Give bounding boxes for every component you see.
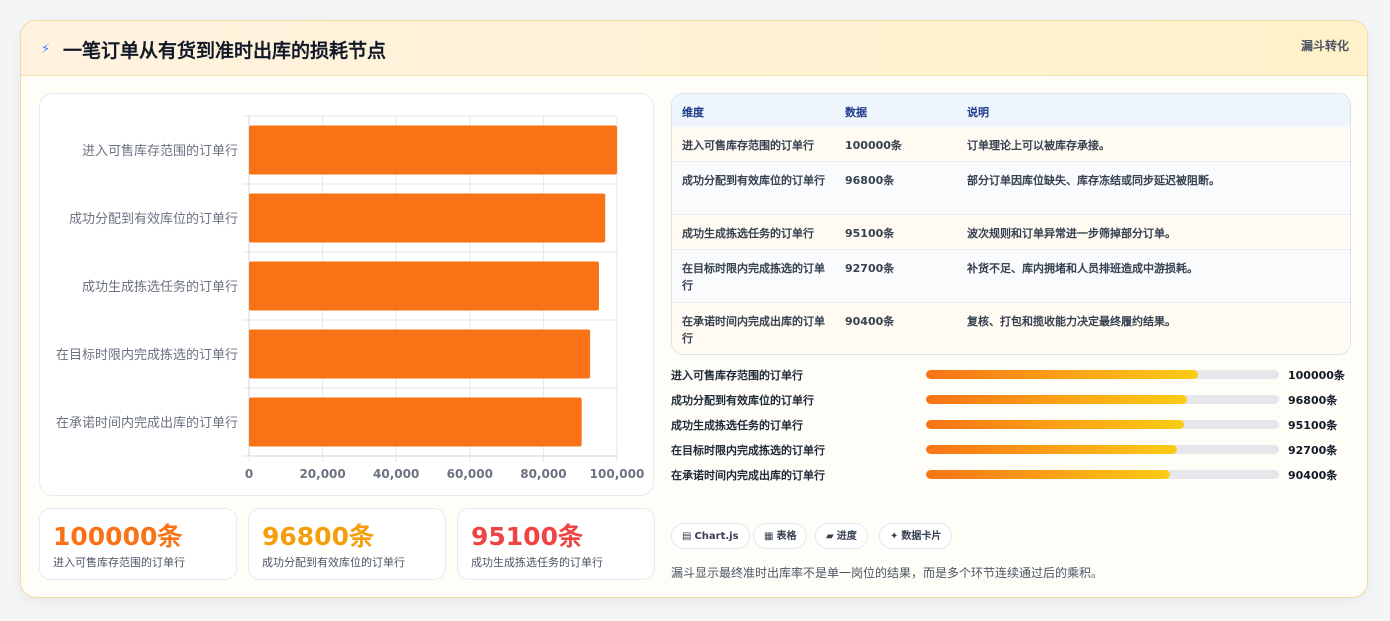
bar-chart: 0 20,000 40,000 60,000 80,000 100,000 进入可售库存范围… [39, 93, 654, 496]
progress-value: 90400条 [1288, 469, 1338, 482]
progress-label: 在承诺时间内完成出库的订单行 [671, 469, 825, 482]
stat-card-2: 96800条 成功分配到有效库位的订单行 [248, 508, 446, 580]
progress-value: 96800条 [1288, 394, 1338, 407]
column-header-dimension: 维度 [682, 106, 704, 119]
bar-chart-svg: 0 20,000 40,000 60,000 80,000 100,000 进入可售库存范围… [56, 115, 645, 481]
progress-row: 在承诺时间内完成出库的订单行 90400条 [671, 466, 1361, 484]
x-tick-label: 0 [245, 467, 253, 481]
cell-dimension: 成功分配到有效库位的订单行 [682, 174, 825, 187]
funnel-card: ⚡ 一笔订单从有货到准时出库的损耗节点 漏斗转化 0 20,000 40,000 60… [20, 20, 1368, 598]
bar [249, 193, 606, 243]
stat-card-3: 95100条 成功生成拣选任务的订单行 [457, 508, 655, 580]
progress-label: 在目标时限内完成拣选的订单行 [671, 444, 825, 457]
progress-label: 成功生成拣选任务的订单行 [671, 419, 803, 432]
cell-dimension: 成功生成拣选任务的订单行 [682, 227, 814, 240]
table-header: 维度 数据 说明 [672, 94, 1350, 128]
x-tick-label: 20,000 [299, 467, 345, 481]
progress-fill [926, 370, 1198, 379]
summary-note: 漏斗显示最终准时出库率不是单一岗位的结果，而是多个环节连续通过后的乘积。 [671, 566, 1104, 580]
progress-track [926, 470, 1279, 479]
chip-table[interactable]: ▦ 表格 [753, 523, 808, 549]
cell-data: 95100条 [845, 227, 895, 240]
cell-data: 100000条 [845, 139, 902, 152]
x-tick-label: 80,000 [520, 467, 566, 481]
progress-label: 进入可售库存范围的订单行 [671, 369, 803, 382]
progress-value: 95100条 [1288, 419, 1338, 432]
y-tick-label: 成功分配到有效库位的订单行 [69, 211, 238, 227]
card-header: ⚡ 一笔订单从有货到准时出库的损耗节点 漏斗转化 [21, 21, 1367, 76]
table-row: 成功分配到有效库位的订单行 96800条 部分订单因库位缺失、库存冻结或同步延迟… [672, 162, 1350, 215]
cell-description: 复核、打包和揽收能力决定最终履约结果。 [967, 315, 1176, 328]
stat-value: 95100条 [471, 522, 583, 551]
progress-row: 成功生成拣选任务的订单行 95100条 [671, 416, 1361, 434]
table-row: 在目标时限内完成拣选的订单行 92700条 补货不足、库内拥堵和人员排班造成中游… [672, 250, 1350, 303]
cell-dimension: 进入可售库存范围的订单行 [682, 139, 814, 152]
stat-label: 成功生成拣选任务的订单行 [471, 556, 603, 569]
bar [249, 125, 617, 175]
cell-data: 92700条 [845, 262, 895, 275]
column-header-data: 数据 [845, 106, 867, 119]
progress-row: 在目标时限内完成拣选的订单行 92700条 [671, 441, 1361, 459]
x-tick-label: 40,000 [373, 467, 419, 481]
lightning-icon: ⚡ [41, 42, 51, 57]
x-tick-label: 100,000 [590, 467, 645, 481]
bar [249, 329, 591, 379]
cell-description: 波次规则和订单异常进一步筛掉部分订单。 [967, 227, 1176, 240]
chart-type-tag: 漏斗转化 [1300, 39, 1349, 53]
progress-fill [926, 395, 1188, 404]
bar [249, 397, 582, 447]
cell-description: 部分订单因库位缺失、库存冻结或同步延迟被阻断。 [967, 174, 1220, 187]
progress-value: 92700条 [1288, 444, 1338, 457]
chart-icon: ▤ [682, 531, 692, 542]
column-header-description: 说明 [967, 106, 989, 119]
chip-progress[interactable]: ▰ 进度 [815, 523, 868, 549]
card-icon: ✦ [890, 531, 899, 542]
progress-label: 成功分配到有效库位的订单行 [671, 394, 814, 407]
cell-description: 订单理论上可以被库存承接。 [967, 139, 1110, 152]
progress-icon: ▰ [826, 531, 834, 542]
stat-label: 进入可售库存范围的订单行 [53, 556, 185, 569]
chip-label: Chart.js [694, 531, 739, 542]
progress-track [926, 445, 1279, 454]
stat-card-1: 100000条 进入可售库存范围的订单行 [39, 508, 237, 580]
y-tick-label: 在目标时限内完成拣选的订单行 [56, 347, 238, 363]
progress-track [926, 420, 1279, 429]
data-table: 维度 数据 说明 进入可售库存范围的订单行 100000条 订单理论上可以被库存… [671, 93, 1351, 355]
progress-value: 100000条 [1288, 369, 1345, 382]
table-row: 成功生成拣选任务的订单行 95100条 波次规则和订单异常进一步筛掉部分订单。 [672, 215, 1350, 250]
chip-chartjs[interactable]: ▤ Chart.js [671, 523, 750, 549]
progress-row: 进入可售库存范围的订单行 100000条 [671, 366, 1361, 384]
y-tick-label: 进入可售库存范围的订单行 [82, 143, 238, 159]
x-tick-label: 60,000 [447, 467, 493, 481]
cell-dimension: 在目标时限内完成拣选的订单行 [682, 262, 825, 292]
progress-track [926, 395, 1279, 404]
cell-data: 90400条 [845, 315, 895, 328]
cell-dimension: 在承诺时间内完成出库的订单行 [682, 315, 825, 345]
progress-fill [926, 445, 1177, 454]
progress-fill [926, 420, 1184, 429]
stat-value: 96800条 [262, 522, 374, 551]
y-tick-label: 成功生成拣选任务的订单行 [82, 279, 238, 295]
chip-label: 数据卡片 [901, 531, 942, 542]
progress-fill [926, 470, 1170, 479]
cell-data: 96800条 [845, 174, 895, 187]
table-row: 在承诺时间内完成出库的订单行 90400条 复核、打包和揽收能力决定最终履约结果… [672, 303, 1350, 354]
table-row: 进入可售库存范围的订单行 100000条 订单理论上可以被库存承接。 [672, 127, 1350, 162]
progress-row: 成功分配到有效库位的订单行 96800条 [671, 391, 1361, 409]
cell-description: 补货不足、库内拥堵和人员排班造成中游损耗。 [967, 262, 1198, 275]
bar [249, 261, 599, 311]
chip-label: 表格 [776, 531, 797, 542]
stat-value: 100000条 [53, 522, 183, 551]
chip-data-cards[interactable]: ✦ 数据卡片 [879, 523, 953, 549]
page-title: 一笔订单从有货到准时出库的损耗节点 [63, 40, 387, 62]
table-icon: ▦ [764, 531, 774, 542]
chip-label: 进度 [836, 531, 857, 542]
stat-label: 成功分配到有效库位的订单行 [262, 556, 405, 569]
y-tick-label: 在承诺时间内完成出库的订单行 [56, 415, 238, 431]
progress-track [926, 370, 1279, 379]
